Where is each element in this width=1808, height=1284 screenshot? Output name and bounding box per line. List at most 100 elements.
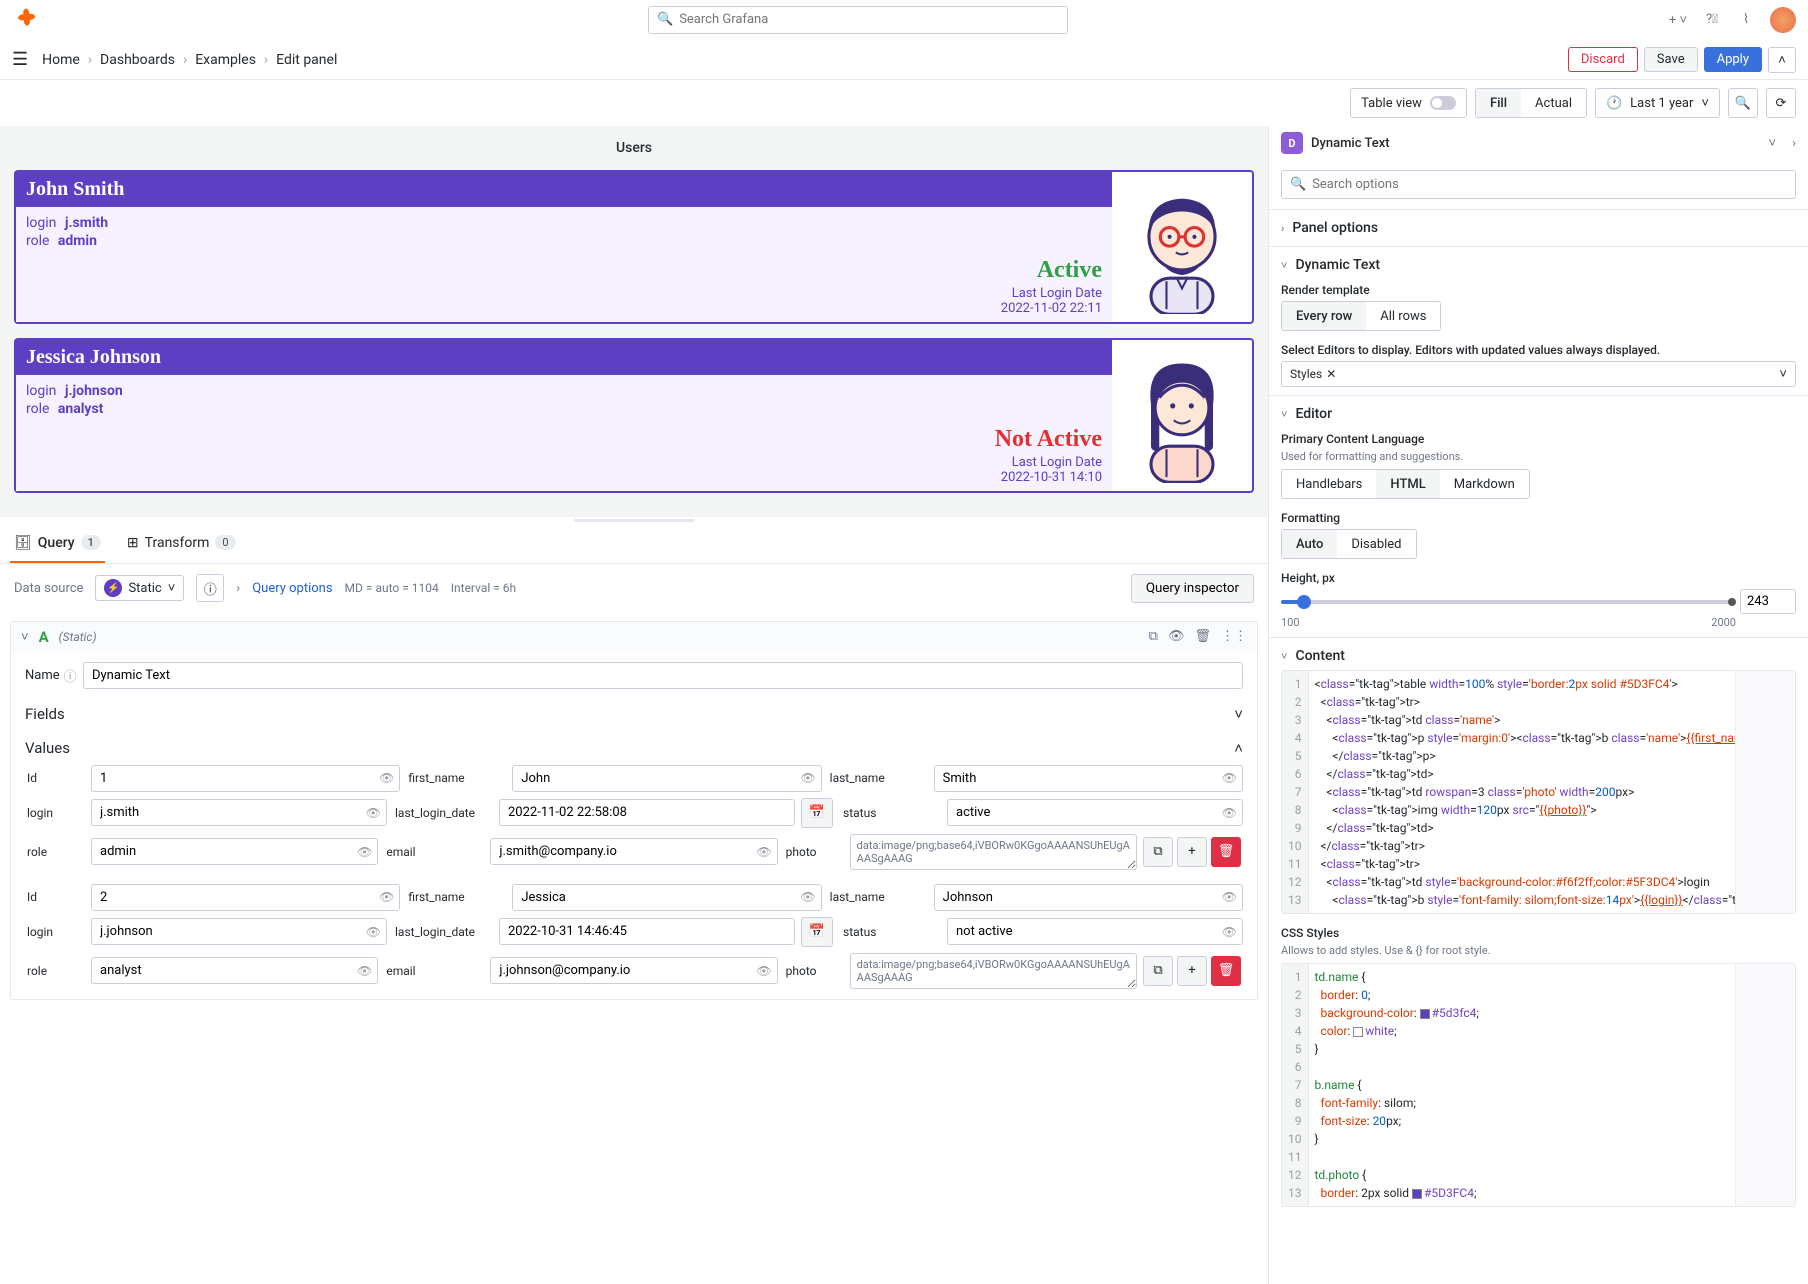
- last-name-input[interactable]: [934, 765, 1243, 792]
- collapse-options-icon[interactable]: ˄: [1768, 47, 1796, 73]
- fill-button[interactable]: Fill: [1476, 89, 1521, 117]
- status-input[interactable]: [947, 799, 1243, 826]
- zoom-out-icon[interactable]: 🔍: [1728, 88, 1758, 118]
- apply-button[interactable]: Apply: [1704, 47, 1762, 72]
- disabled-button[interactable]: Disabled: [1337, 530, 1415, 558]
- add-menu-icon[interactable]: + ˅: [1668, 10, 1688, 30]
- eye-icon[interactable]: 👁: [1222, 806, 1237, 820]
- content-editor[interactable]: 12345678910111213 <class="tk-tag">table …: [1281, 670, 1796, 914]
- role-input[interactable]: [91, 838, 378, 865]
- height-input[interactable]: [1740, 589, 1796, 614]
- auto-button[interactable]: Auto: [1282, 530, 1337, 558]
- chevron-down-icon[interactable]: ˅: [21, 629, 29, 645]
- section-panel-options[interactable]: ›Panel options: [1281, 218, 1796, 238]
- photo-textarea[interactable]: data:image/png;base64,iVBORw0KGgoAAAANSU…: [850, 834, 1137, 870]
- first-name-input[interactable]: [512, 765, 821, 792]
- handlebars-button[interactable]: Handlebars: [1282, 470, 1376, 498]
- eye-icon[interactable]: 👁: [756, 964, 771, 978]
- status-input[interactable]: [947, 918, 1243, 945]
- datasource-select[interactable]: ⚡ Static ˅: [95, 575, 184, 601]
- news-icon[interactable]: ⌇: [1736, 10, 1756, 30]
- menu-toggle-icon[interactable]: ☰: [12, 49, 28, 70]
- eye-icon[interactable]: 👁: [379, 890, 394, 904]
- actual-button[interactable]: Actual: [1521, 89, 1586, 117]
- chevron-down-icon[interactable]: ˅: [1769, 135, 1777, 151]
- html-button[interactable]: HTML: [1376, 470, 1439, 498]
- photo-textarea[interactable]: data:image/png;base64,iVBORw0KGgoAAAANSU…: [850, 953, 1137, 989]
- datasource-help-icon[interactable]: ⓘ: [196, 574, 224, 602]
- section-editor[interactable]: ˅Editor: [1281, 404, 1796, 424]
- chevron-right-icon[interactable]: ›: [1792, 136, 1796, 151]
- global-search-input[interactable]: [679, 12, 1059, 27]
- tab-query[interactable]: 🗄 Query 1: [10, 525, 105, 563]
- role-input[interactable]: [91, 957, 378, 984]
- time-range-picker[interactable]: 🕐 Last 1 year ˅: [1595, 88, 1720, 118]
- eye-icon[interactable]: 👁: [800, 890, 815, 904]
- eye-icon[interactable]: 👁: [357, 845, 372, 859]
- markdown-button[interactable]: Markdown: [1440, 470, 1529, 498]
- copy-icon[interactable]: ⧉: [1143, 837, 1173, 867]
- calendar-icon[interactable]: 📅: [801, 917, 833, 947]
- eye-icon[interactable]: 👁: [1168, 629, 1185, 644]
- add-icon[interactable]: +: [1177, 837, 1207, 867]
- remove-tag-icon[interactable]: ✕: [1326, 367, 1336, 381]
- save-button[interactable]: Save: [1644, 47, 1698, 72]
- eye-icon[interactable]: 👁: [1222, 890, 1237, 904]
- breadcrumb-dashboards[interactable]: Dashboards: [100, 52, 175, 68]
- login-input[interactable]: [91, 799, 387, 826]
- minimap[interactable]: [1735, 964, 1795, 1206]
- chevron-right-icon[interactable]: ›: [236, 581, 240, 596]
- user-avatar[interactable]: [1770, 7, 1796, 33]
- eye-icon[interactable]: 👁: [366, 806, 381, 820]
- section-content[interactable]: ˅Content: [1281, 646, 1796, 666]
- refresh-icon[interactable]: ⟳: [1766, 88, 1796, 118]
- copy-icon[interactable]: ⧉: [1143, 956, 1173, 986]
- eye-icon[interactable]: 👁: [1222, 771, 1237, 785]
- last-login-input[interactable]: [499, 799, 795, 826]
- breadcrumb-examples[interactable]: Examples: [195, 52, 256, 68]
- id-input[interactable]: [91, 884, 400, 911]
- eye-icon[interactable]: 👁: [379, 771, 394, 785]
- last-name-input[interactable]: [934, 884, 1243, 911]
- add-icon[interactable]: +: [1177, 956, 1207, 986]
- css-editor[interactable]: 12345678910111213 td.name { border: 0; b…: [1281, 963, 1796, 1207]
- global-search[interactable]: 🔍: [648, 6, 1068, 34]
- all-rows-button[interactable]: All rows: [1366, 302, 1440, 330]
- resize-handle[interactable]: [0, 517, 1268, 525]
- calendar-icon[interactable]: 📅: [801, 798, 833, 828]
- delete-icon[interactable]: 🗑: [1211, 956, 1241, 986]
- fields-section[interactable]: Fields˅: [25, 697, 1243, 731]
- breadcrumb-home[interactable]: Home: [42, 52, 80, 68]
- eye-icon[interactable]: 👁: [1222, 925, 1237, 939]
- panel-type-label[interactable]: Dynamic Text: [1311, 136, 1761, 151]
- options-search[interactable]: 🔍: [1281, 170, 1796, 199]
- login-input[interactable]: [91, 918, 387, 945]
- drag-icon[interactable]: ⋮⋮: [1221, 629, 1247, 644]
- table-view-toggle[interactable]: Table view: [1350, 88, 1467, 118]
- last-login-input[interactable]: [499, 918, 795, 945]
- first-name-input[interactable]: [512, 884, 821, 911]
- trash-icon[interactable]: 🗑: [1194, 629, 1211, 644]
- switch-icon[interactable]: [1430, 96, 1456, 110]
- eye-icon[interactable]: 👁: [366, 925, 381, 939]
- discard-button[interactable]: Discard: [1568, 47, 1638, 72]
- delete-icon[interactable]: 🗑: [1211, 837, 1241, 867]
- query-inspector-button[interactable]: Query inspector: [1131, 574, 1254, 603]
- values-section[interactable]: Values˄: [25, 731, 1243, 765]
- query-options-link[interactable]: Query options: [252, 581, 332, 596]
- duplicate-icon[interactable]: ⧉: [1149, 629, 1158, 644]
- eye-icon[interactable]: 👁: [357, 964, 372, 978]
- eye-icon[interactable]: 👁: [800, 771, 815, 785]
- section-dynamic-text[interactable]: ˅Dynamic Text: [1281, 255, 1796, 275]
- every-row-button[interactable]: Every row: [1282, 302, 1366, 330]
- height-slider[interactable]: [1281, 600, 1732, 604]
- query-name-input[interactable]: [83, 662, 1243, 689]
- help-icon[interactable]: ?⃝: [1702, 10, 1722, 30]
- eye-icon[interactable]: 👁: [756, 845, 771, 859]
- tab-transform[interactable]: ⊞ Transform 0: [123, 525, 240, 563]
- editors-select[interactable]: Styles ✕ ˅: [1281, 361, 1796, 387]
- options-search-input[interactable]: [1312, 177, 1787, 192]
- info-icon[interactable]: ⓘ: [64, 666, 77, 685]
- email-input[interactable]: [490, 957, 777, 984]
- email-input[interactable]: [490, 838, 777, 865]
